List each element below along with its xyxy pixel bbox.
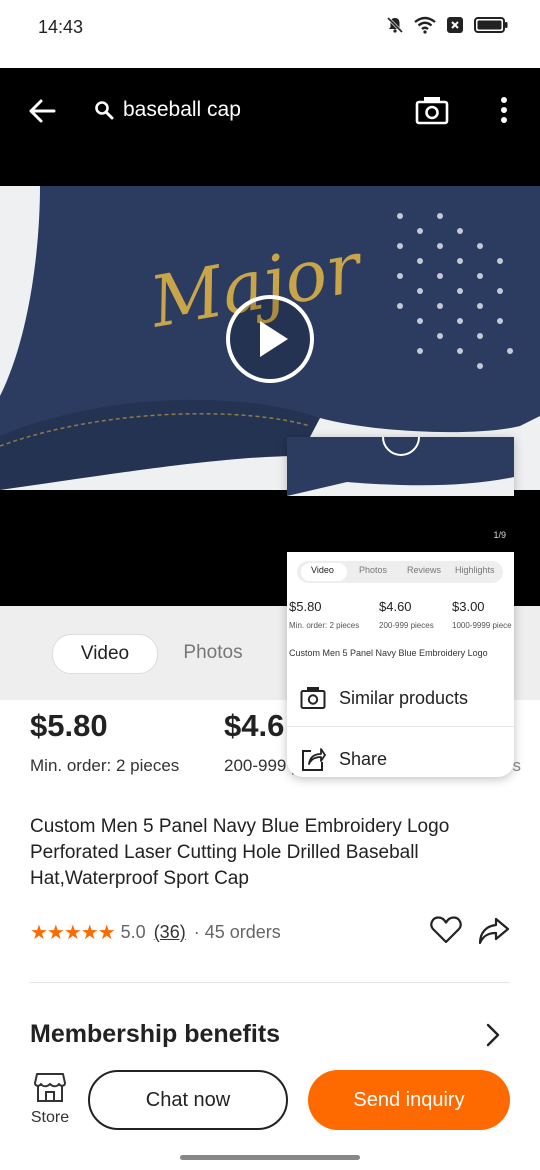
screenshot-share-popup: 1/9 Video Photos Reviews Highlights $5.8… [287,437,514,777]
favorite-heart-icon[interactable] [430,916,462,944]
preview-price-3-note: 1000-9999 piece [452,621,512,630]
camera-icon [300,687,326,709]
preview-price-2: $4.60 [379,599,412,614]
preview-tab-video: Video [311,565,334,575]
search-input[interactable]: baseball cap [123,98,241,122]
orders-count: · 45 orders [193,921,281,942]
price-tier-1-note: Min. order: 2 pieces [30,756,180,775]
image-page-indicator: 1/9 [493,530,506,540]
preview-tab-reviews: Reviews [407,565,442,575]
product-title: Custom Men 5 Panel Navy Blue Embroidery … [30,816,450,889]
share-label: Share [339,748,388,769]
store-button[interactable]: Store [28,1072,72,1127]
tab-photos[interactable]: Photos [164,634,262,672]
sim-icon [447,17,463,33]
wifi-icon [414,16,436,34]
rating-stars-icon: ★★★★★ [30,921,116,944]
chevron-right-icon[interactable] [485,1023,501,1047]
tab-video[interactable]: Video [52,634,158,674]
home-indicator[interactable] [180,1155,360,1160]
popup-preview-image [287,437,514,496]
battery-icon [474,17,508,33]
status-bar: 14:43 [0,0,540,56]
preview-title: Custom Men 5 Panel Navy Blue Embroidery … [289,648,488,658]
cap-thumbnail-image [287,437,514,496]
popup-preview-black-band [287,496,514,552]
similar-products-menu-item[interactable]: Similar products [287,670,514,727]
preview-price-1-note: Min. order: 2 pieces [289,621,360,630]
chat-now-button[interactable]: Chat now [88,1070,288,1130]
play-video-icon[interactable] [225,294,315,384]
section-divider [30,982,510,983]
preview-price-1: $5.80 [289,599,322,614]
preview-tab-photos: Photos [359,565,388,575]
rating-row: ★★★★★ 5.0 (36) · 45 orders [30,918,281,946]
price-tier-1: $5.80 [30,708,108,743]
mute-icon [386,16,404,34]
send-inquiry-button[interactable]: Send inquiry [308,1070,510,1130]
rating-value: 5.0 [120,921,146,942]
reviews-link[interactable]: (36) [154,922,186,943]
store-label: Store [30,1109,70,1126]
share-arrow-icon[interactable] [478,917,510,945]
popup-preview-content: Video Photos Reviews Highlights $5.80 Mi… [287,552,514,670]
search-icon [95,101,114,120]
preview-tab-highlights: Highlights [455,565,495,575]
status-time: 14:43 [38,17,84,37]
preview-price-2-note: 200-999 pieces [379,621,434,630]
share-menu-item[interactable]: Share [287,727,514,777]
membership-benefits-label[interactable]: Membership benefits [30,1020,280,1049]
status-icons [386,16,508,34]
top-bar: baseball cap [0,68,540,186]
preview-price-3: $3.00 [452,599,485,614]
store-icon [34,1073,66,1102]
price-tier-2: $4.6 [224,708,285,743]
share-icon [302,748,326,771]
similar-products-label: Similar products [339,687,469,708]
back-arrow-icon[interactable] [28,97,56,125]
more-options-icon[interactable] [498,96,510,124]
camera-search-icon[interactable] [415,95,449,125]
